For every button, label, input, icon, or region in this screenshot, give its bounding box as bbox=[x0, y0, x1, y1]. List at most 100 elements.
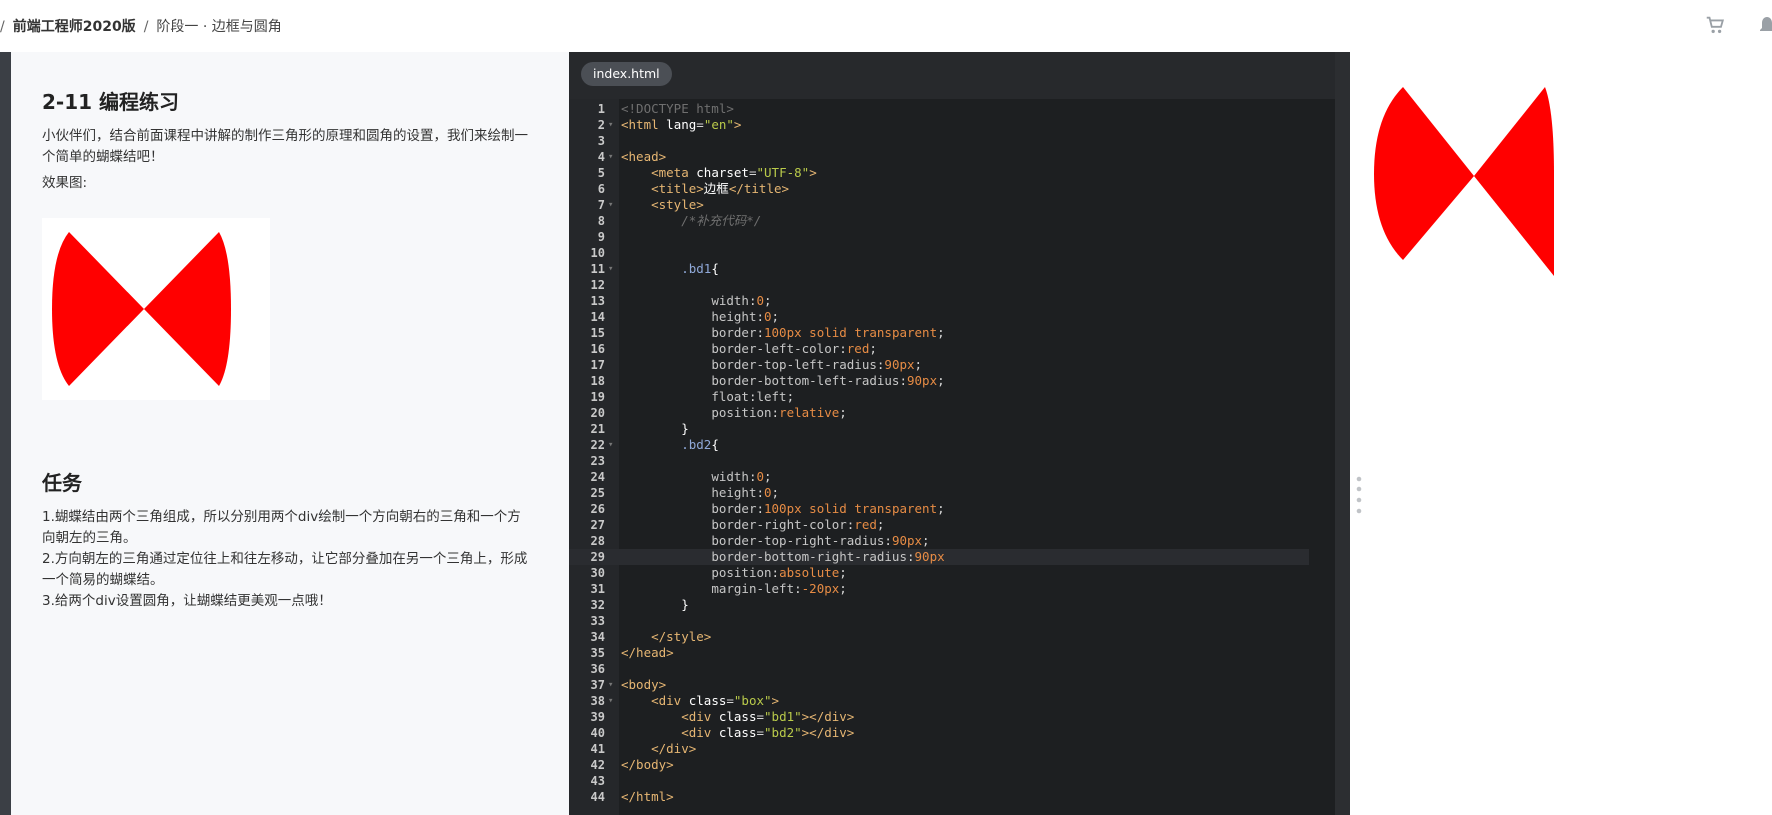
bell-icon[interactable] bbox=[1760, 14, 1772, 36]
code-line[interactable]: 7 ▾ <style> bbox=[569, 197, 1309, 213]
code-text: <div class="bd1"></div> bbox=[621, 709, 854, 725]
code-line[interactable]: 31 margin-left:-20px; bbox=[569, 581, 1309, 597]
fold-arrow-icon[interactable]: ▾ bbox=[608, 197, 613, 213]
code-line[interactable]: 38 ▾ <div class="box"> bbox=[569, 693, 1309, 709]
line-number: 34 bbox=[590, 630, 605, 644]
code-line[interactable]: 14 height:0; bbox=[569, 309, 1309, 325]
code-token: <div bbox=[651, 693, 682, 708]
code-token: : bbox=[884, 533, 892, 548]
panel-resize-handle[interactable] bbox=[1356, 476, 1362, 514]
breadcrumb: / 前端工程师2020版 / 阶段一 · 边框与圆角 bbox=[0, 16, 282, 36]
code-token: left bbox=[756, 389, 787, 404]
fold-arrow-icon[interactable]: ▾ bbox=[608, 437, 613, 453]
fold-arrow-icon[interactable]: ▾ bbox=[608, 117, 613, 133]
breadcrumb-course-link[interactable]: 前端工程师2020版 bbox=[13, 19, 136, 35]
code-text: border-top-right-radius:90px; bbox=[621, 533, 929, 549]
code-line[interactable]: 23 bbox=[569, 453, 1309, 469]
code-line[interactable]: 5 <meta charset="UTF-8"> bbox=[569, 165, 1309, 181]
code-token: ; bbox=[839, 581, 847, 596]
code-line[interactable]: 12 bbox=[569, 277, 1309, 293]
code-line[interactable]: 13 width:0; bbox=[569, 293, 1309, 309]
code-line[interactable]: 30 position:absolute; bbox=[569, 565, 1309, 581]
code-line[interactable]: 6 <title>边框</title> bbox=[569, 181, 1309, 197]
code-token: border-right-color bbox=[711, 517, 847, 532]
code-token: </div> bbox=[651, 741, 697, 756]
code-token: margin-left bbox=[711, 581, 795, 596]
code-token: </html> bbox=[621, 789, 674, 804]
fold-arrow-icon[interactable]: ▾ bbox=[608, 149, 613, 165]
fold-arrow-icon[interactable]: ▾ bbox=[608, 261, 613, 277]
code-token: : bbox=[756, 325, 764, 340]
code-line[interactable]: 37 ▾ <body> bbox=[569, 677, 1309, 693]
code-line[interactable]: 43 bbox=[569, 773, 1309, 789]
code-line[interactable]: 25 height:0; bbox=[569, 485, 1309, 501]
code-line[interactable]: 21 } bbox=[569, 421, 1309, 437]
code-token: "box" bbox=[733, 693, 772, 708]
code-line[interactable]: 44 </html> bbox=[569, 789, 1309, 805]
code-area[interactable]: 1 <!DOCTYPE html> 2 ▾ <html lang="en"> 3 4 ▾ <he… bbox=[569, 99, 1335, 815]
code-line[interactable]: 40 <div class="bd2"></div> bbox=[569, 725, 1309, 741]
line-number: 11 bbox=[590, 262, 605, 276]
code-line[interactable]: 27 border-right-color:red; bbox=[569, 517, 1309, 533]
code-line[interactable]: 16 border-left-color:red; bbox=[569, 341, 1309, 357]
code-line[interactable]: 20 position:relative; bbox=[569, 405, 1309, 421]
code-line[interactable]: 19 float:left; bbox=[569, 389, 1309, 405]
code-token: border-top-right-radius bbox=[711, 533, 885, 548]
code-text: <html lang="en"> bbox=[621, 117, 741, 133]
code-token: <!DOCTYPE html> bbox=[621, 101, 734, 116]
code-token: </style> bbox=[651, 629, 712, 644]
cart-icon[interactable] bbox=[1704, 14, 1726, 36]
code-line[interactable]: 36 bbox=[569, 661, 1309, 677]
code-line[interactable]: 32 } bbox=[569, 597, 1309, 613]
code-line[interactable]: 29 border-bottom-right-radius:90px bbox=[569, 549, 1309, 565]
code-line[interactable]: 8 /*补充代码*/ bbox=[569, 213, 1309, 229]
code-text: <div class="bd2"></div> bbox=[621, 725, 854, 741]
code-line[interactable]: 28 border-top-right-radius:90px; bbox=[569, 533, 1309, 549]
code-line[interactable]: 11 ▾ .bd1{ bbox=[569, 261, 1309, 277]
code-text: width:0; bbox=[621, 469, 771, 485]
code-line[interactable]: 15 border:100px solid transparent; bbox=[569, 325, 1309, 341]
code-line[interactable]: 4 ▾ <head> bbox=[569, 149, 1309, 165]
left-collapse-strip[interactable] bbox=[0, 52, 11, 815]
code-line[interactable]: 39 <div class="bd1"></div> bbox=[569, 709, 1309, 725]
task-heading: 任务 bbox=[42, 471, 82, 495]
code-line[interactable]: 35 </head> bbox=[569, 645, 1309, 661]
line-number: 23 bbox=[590, 454, 605, 468]
code-line[interactable]: 24 width:0; bbox=[569, 469, 1309, 485]
code-line[interactable]: 1 <!DOCTYPE html> bbox=[569, 101, 1309, 117]
line-number: 29 bbox=[590, 550, 605, 564]
code-token: border-top-left-radius bbox=[711, 357, 877, 372]
code-editor: index.html 1 <!DOCTYPE html> 2 ▾ <html lang=… bbox=[569, 52, 1335, 815]
line-number: 4 bbox=[597, 150, 605, 164]
code-line[interactable]: 34 </style> bbox=[569, 629, 1309, 645]
code-token: ; bbox=[839, 405, 847, 420]
code-line[interactable]: 33 bbox=[569, 613, 1309, 629]
code-line[interactable]: 17 border-top-left-radius:90px; bbox=[569, 357, 1309, 373]
editor-scrollbar[interactable] bbox=[1335, 52, 1350, 815]
code-line[interactable]: 26 border:100px solid transparent; bbox=[569, 501, 1309, 517]
line-number: 38 bbox=[590, 694, 605, 708]
code-line[interactable]: 22 ▾ .bd2{ bbox=[569, 437, 1309, 453]
code-line[interactable]: 2 ▾ <html lang="en"> bbox=[569, 117, 1309, 133]
fold-arrow-icon[interactable]: ▾ bbox=[608, 693, 613, 709]
code-line[interactable]: 41 </div> bbox=[569, 741, 1309, 757]
code-line[interactable]: 9 bbox=[569, 229, 1309, 245]
code-token: </head> bbox=[621, 645, 674, 660]
code-line[interactable]: 10 bbox=[569, 245, 1309, 261]
code-line[interactable]: 42 </body> bbox=[569, 757, 1309, 773]
tab-index-html[interactable]: index.html bbox=[581, 62, 672, 86]
code-line[interactable]: 18 border-bottom-left-radius:90px; bbox=[569, 373, 1309, 389]
code-text: border-right-color:red; bbox=[621, 517, 884, 533]
code-token: border-bottom-left-radius bbox=[711, 373, 900, 388]
line-number: 12 bbox=[590, 278, 605, 292]
fold-arrow-icon[interactable]: ▾ bbox=[608, 677, 613, 693]
line-number: 26 bbox=[590, 502, 605, 516]
code-text: height:0; bbox=[621, 309, 779, 325]
code-line[interactable]: 3 bbox=[569, 133, 1309, 149]
bow-tie-illustration bbox=[52, 232, 231, 386]
code-text: </style> bbox=[621, 629, 711, 645]
